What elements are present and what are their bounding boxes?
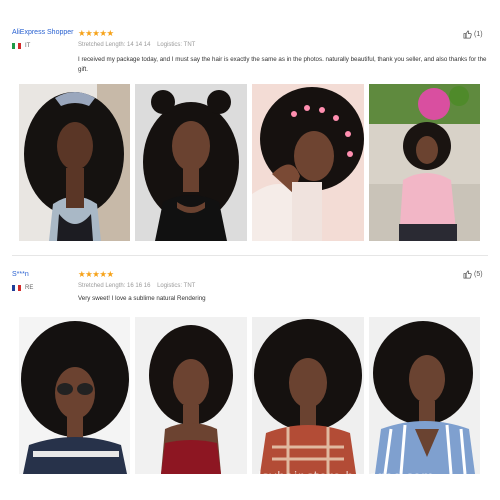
logistics-label: Logistics: [157, 283, 183, 289]
stretched-length-value: 14 14 14 [127, 42, 151, 48]
logistics-label: Logistics: [157, 42, 183, 48]
helpful-count: (1) [474, 31, 483, 38]
review-photo-1[interactable] [19, 84, 130, 241]
logistics-value: TNT [183, 283, 196, 289]
review-meta: Stretched Length: 16 16 16 Logistics: TN… [78, 283, 195, 289]
thumbs-up-icon [463, 30, 472, 39]
review-photo-4[interactable] [369, 84, 480, 241]
flag-icon [12, 285, 21, 291]
review-text: Very sweet! I love a sublime natural Ren… [78, 295, 206, 302]
thumbs-up-icon [463, 270, 472, 279]
review-divider [12, 255, 488, 256]
logistics-value: TNT [183, 42, 196, 48]
review-photo-3[interactable] [252, 84, 364, 241]
review-text: I received my package today, and I must … [78, 56, 487, 73]
stretched-length-label: Stretched Length: [78, 283, 126, 289]
stretched-length-value: 16 16 16 [127, 283, 151, 289]
reviewer-name[interactable]: AliExpress Shopper [12, 29, 73, 36]
review-photo-5[interactable] [19, 317, 130, 474]
rating-stars: ★★★★★ [78, 28, 114, 38]
helpful-button[interactable]: (5) [463, 270, 483, 279]
stretched-length-label: Stretched Length: [78, 42, 126, 48]
review-photo-8[interactable] [369, 317, 480, 474]
review-photo-6[interactable] [135, 317, 247, 474]
reviewer-country: RE [25, 285, 34, 291]
helpful-button[interactable]: (1) [463, 30, 483, 39]
rating-stars: ★★★★★ [78, 269, 114, 279]
flag-icon [12, 43, 21, 49]
review-meta: Stretched Length: 14 14 14 Logistics: TN… [78, 42, 195, 48]
reviewer-country: IT [25, 43, 31, 49]
review-photo-7[interactable] [252, 317, 364, 474]
reviewer-name[interactable]: S***n [12, 271, 29, 278]
helpful-count: (5) [474, 271, 483, 278]
watermark: lsyhair.store.hossgoo.com [258, 470, 435, 485]
review-photo-2[interactable] [135, 84, 247, 241]
